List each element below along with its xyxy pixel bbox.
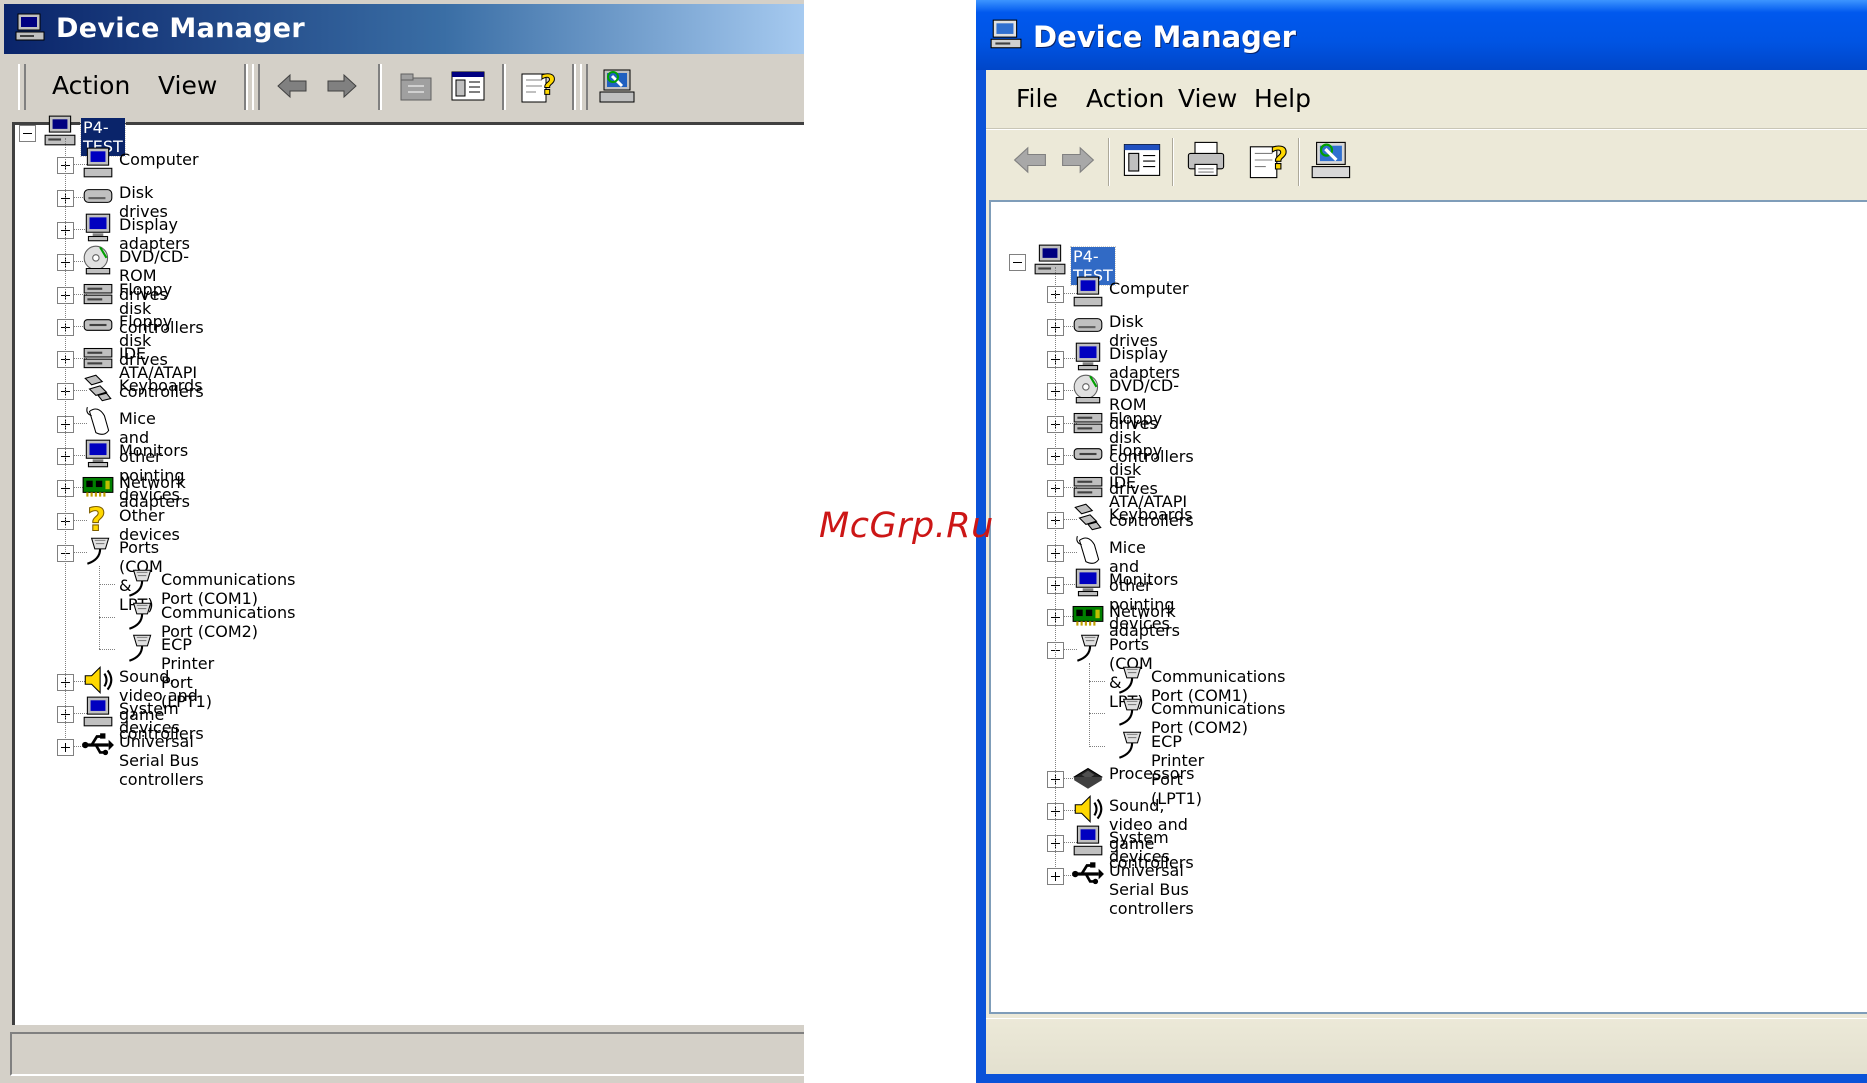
toggle-minus-bar [23,133,32,134]
help-icon[interactable]: ? [518,66,558,106]
menu-file[interactable]: File [1016,84,1058,113]
usb-icon [1071,857,1105,895]
back-arrow-icon[interactable] [1008,138,1052,182]
toolbar-separator [1172,138,1174,186]
tree-connector [1089,745,1105,747]
tree-connector [99,584,115,586]
tree-connector [99,648,115,650]
device-manager-window-win2000: Device Manager Action View ? P4-TEST Com… [0,0,804,1083]
expand-toggle[interactable] [1047,867,1064,885]
device-category-16[interactable]: Universal Serial Bus controllers [1109,861,1194,918]
window-title: Device Manager [1033,20,1296,54]
device-tree[interactable]: P4-TEST Computer Disk drives Display adapte… [12,115,804,1025]
toolbar-grip[interactable] [18,64,26,110]
title-bar[interactable]: Device Manager [4,4,804,54]
scan-hardware-icon[interactable] [598,66,638,106]
tree-connector [99,616,115,618]
toolbar-separator [1108,138,1110,186]
root-computer-icon [43,114,77,152]
menu-view[interactable]: View [158,71,217,100]
toggle-minus-bar [1013,262,1022,263]
device-category-8[interactable]: Keyboards [119,376,203,395]
collapse-toggle[interactable] [1009,254,1026,271]
tree-connector [1089,713,1105,715]
toolbar-separator [1298,138,1300,186]
device-category-10[interactable]: Monitors [119,441,188,460]
device-category-1[interactable]: Computer [119,150,199,169]
menu-toolbar: Action View ? [4,58,804,118]
menu-action[interactable]: Action [52,71,130,100]
watermark-text: McGrp.Ru [819,506,994,546]
toolbar-grip[interactable] [252,64,260,110]
port-icon [81,534,115,572]
port-icon [1113,728,1147,766]
device-category-8[interactable]: Keyboards [1109,505,1193,524]
print-icon[interactable] [1184,138,1228,182]
menu-action[interactable]: Action [1086,84,1164,113]
device-category-13[interactable]: Processors [1109,764,1194,783]
device-tree[interactable]: P4-TEST Computer Disk drives Display adapte… [989,200,1867,1014]
window-client-area: File Action View Help ? P4-TEST Computer… [986,70,1867,1074]
forward-arrow-icon[interactable] [1056,138,1100,182]
toggle-plus-bar [1055,871,1056,881]
port-icon [1071,631,1105,669]
toolbar-grip[interactable] [580,64,588,110]
scan-hardware-icon[interactable] [1310,138,1354,182]
toolbar-separator [244,64,248,110]
device-category-1[interactable]: Computer [1109,279,1189,298]
port-icon [123,631,157,669]
toolbar-separator [572,64,576,110]
tree-connector [99,565,100,649]
menu-view[interactable]: View [1178,84,1237,113]
device-manager-window-winxp: Device Manager File Action View Help ? P… [976,0,1867,1083]
device-manager-icon [990,19,1022,49]
show-hide-tree-icon[interactable] [1120,138,1164,182]
window-title: Device Manager [56,13,305,44]
tree-connector [1055,267,1056,869]
expand-toggle[interactable] [57,738,74,756]
tree-connector [65,138,66,740]
root-computer-icon [1033,243,1067,281]
tree-connector [1089,662,1090,746]
usb-icon [81,728,115,766]
svg-text:?: ? [87,502,105,536]
collapse-toggle[interactable] [19,125,36,142]
svg-text:?: ? [1270,141,1288,177]
status-bar [10,1032,804,1076]
up-folder-icon[interactable] [396,66,436,106]
status-bar [986,1018,1867,1074]
toolbar-separator [378,64,382,110]
svg-text:?: ? [540,68,556,101]
menu-help[interactable]: Help [1254,84,1311,113]
help-icon[interactable]: ? [1246,138,1290,182]
show-hide-tree-icon[interactable] [448,66,488,106]
device-category-16[interactable]: Universal Serial Bus controllers [119,732,204,789]
device-category-10[interactable]: Monitors [1109,570,1178,589]
back-arrow-icon[interactable] [272,66,312,106]
tree-connector [1089,680,1105,682]
menu-divider [986,128,1867,130]
device-manager-icon [15,13,45,41]
toggle-plus-bar [65,742,66,752]
toolbar-separator [502,64,506,110]
forward-arrow-icon[interactable] [322,66,362,106]
title-bar[interactable]: Device Manager [976,0,1867,70]
